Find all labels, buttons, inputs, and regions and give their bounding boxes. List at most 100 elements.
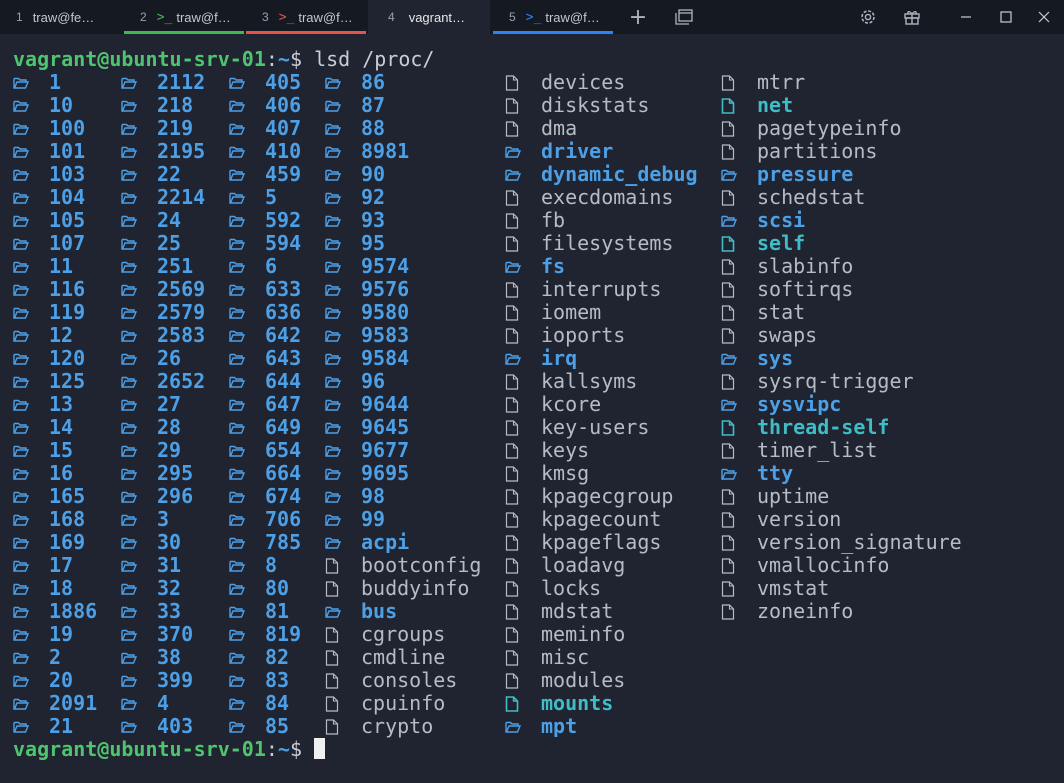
folder-open-icon [229,669,245,692]
folder-open-icon [229,623,245,646]
list-item-name: 90 [361,162,386,186]
list-item-name: 9645 [361,415,410,439]
folder-open-icon [325,301,341,324]
command-text: lsd /proc/ [314,47,435,71]
list-item-name: thread-self [757,415,890,439]
list-item-name: 403 [157,714,194,738]
list-item-name: 9583 [361,323,410,347]
folder-open-icon [13,485,29,508]
tab-list-button[interactable] [664,0,704,34]
list-item-name: bus [361,599,398,623]
list-item-name: 28 [157,415,182,439]
list-item-name: sysrq-trigger [757,369,914,393]
file-icon [325,669,341,692]
folder-open-icon [121,416,137,439]
list-item-name: acpi [361,530,410,554]
list-item-name: 2583 [157,323,206,347]
list-item-name: 116 [49,277,86,301]
list-item-name: swaps [757,323,818,347]
folder-open-icon [121,646,137,669]
list-item-name: 105 [49,208,86,232]
folder-open-icon [121,301,137,324]
folder-open-icon [13,186,29,209]
folder-open-icon [325,209,341,232]
list-item-name: buddyinfo [361,576,470,600]
list-item-name: devices [541,70,626,94]
file-icon [721,117,737,140]
folder-open-icon [229,370,245,393]
folder-open-icon [121,209,137,232]
folder-open-icon [121,232,137,255]
folder-open-icon [325,485,341,508]
prompt-line[interactable]: vagrant@ubuntu-srv-01:~$ [13,738,326,761]
folder-open-icon [229,485,245,508]
folder-open-icon [121,140,137,163]
list-item-name: bootconfig [361,553,482,577]
folder-open-icon [229,140,245,163]
tab-3[interactable]: 3 >_ traw@f… [246,0,366,34]
list-item-name: version_signature [757,530,962,554]
folder-open-icon [721,163,737,186]
tab-5[interactable]: 5 >_ traw@f… [493,0,613,34]
file-icon [505,393,521,416]
list-item-name: 96 [361,369,386,393]
folder-open-icon [325,186,341,209]
list-item-name: misc [541,645,590,669]
tab-number: 1 [16,10,23,24]
folder-open-icon [229,577,245,600]
file-icon [505,370,521,393]
terminal-pane[interactable]: vagrant@ubuntu-srv-01:~$ lsd /proc/ 1 10 1… [0,34,1064,783]
list-item-name: driver [541,139,614,163]
close-button[interactable] [1024,0,1064,34]
tab-2[interactable]: 2 >_ traw@f… [124,0,244,34]
list-item-name: net [757,93,794,117]
list-item-name: 13 [49,392,74,416]
list-item-name: 98 [361,484,386,508]
minimize-button[interactable] [946,0,986,34]
folder-open-icon [13,554,29,577]
folder-open-icon [229,462,245,485]
file-icon [505,531,521,554]
folder-open-icon [325,71,341,94]
list-item-name: interrupts [541,277,662,301]
tab-list-icon [675,9,693,25]
folder-open-icon [229,416,245,439]
list-item-name: kpagecgroup [541,484,674,508]
new-tab-button[interactable]: + [618,0,658,34]
folder-open-icon [13,324,29,347]
list-item-name: 399 [157,668,194,692]
file-icon [325,577,341,600]
file-icon [505,209,521,232]
terminal-prompt-icon: >_ [278,9,295,25]
folder-open-icon [121,439,137,462]
folder-open-icon [13,600,29,623]
folder-open-icon [13,209,29,232]
file-icon [505,600,521,623]
list-item-name: 99 [361,507,386,531]
list-item-name: 295 [157,461,194,485]
list-item-name: consoles [361,668,458,692]
file-icon [505,646,521,669]
folder-open-icon [325,416,341,439]
list-item-name: kallsyms [541,369,638,393]
list-item-name: kmsg [541,461,590,485]
tab-4[interactable]: 4 vagrant… [368,0,490,34]
file-icon [505,577,521,600]
list-item-name: 644 [265,369,302,393]
list-item-name: 9584 [361,346,410,370]
file-icon [721,577,737,600]
settings-button[interactable] [848,0,888,34]
file-icon [505,416,521,439]
terminal-prompt-icon: >_ [156,9,173,25]
folder-open-icon [325,278,341,301]
tab-1[interactable]: 1 traw@fe… [0,0,110,34]
whats-new-button[interactable] [892,0,932,34]
folder-open-icon [229,715,245,738]
folder-open-icon [505,715,521,738]
tab-label: traw@f… [176,9,231,25]
maximize-button[interactable] [986,0,1026,34]
prompt-path: ~ [277,47,290,71]
folder-open-icon [121,370,137,393]
list-item-name: 93 [361,208,386,232]
list-item-name: kcore [541,392,602,416]
